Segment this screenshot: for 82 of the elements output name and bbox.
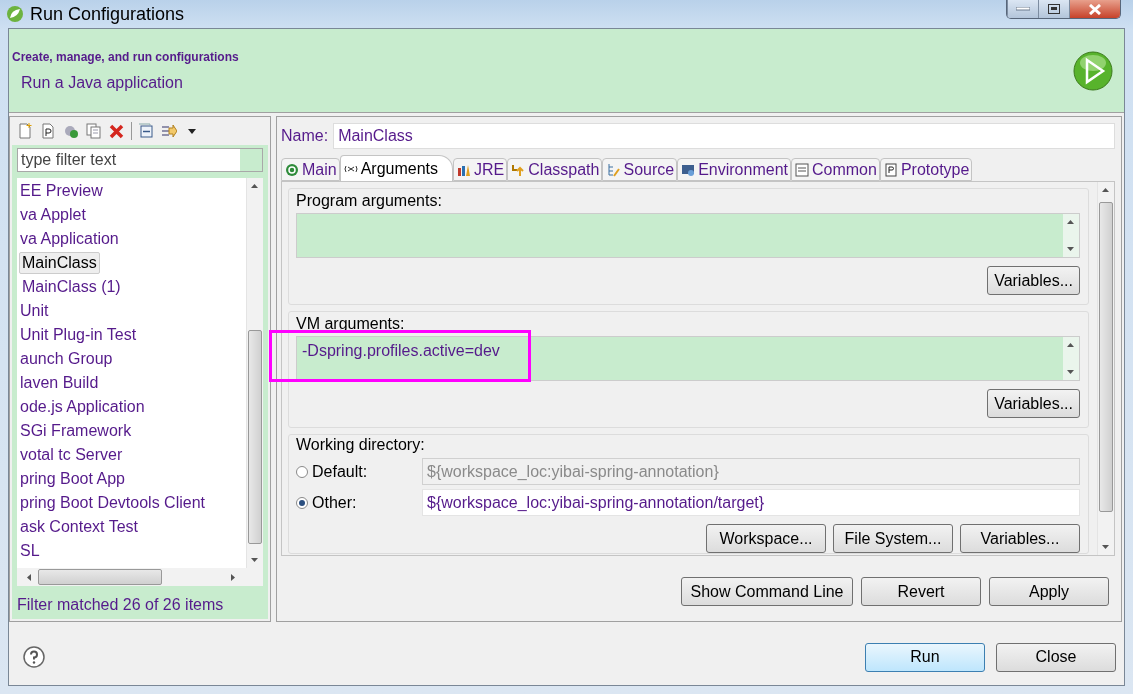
- filter-icon[interactable]: [160, 122, 178, 140]
- run-icon: [1072, 49, 1114, 92]
- header-subtitle: Run a Java application: [21, 73, 184, 92]
- monitor-icon: [681, 162, 696, 177]
- radio-button[interactable]: [296, 496, 308, 509]
- action-button[interactable]: Revert: [861, 577, 981, 606]
- tab[interactable]: Prototype: [879, 158, 973, 181]
- list-icon: [795, 162, 809, 177]
- tree-item[interactable]: ode.js Application: [17, 396, 148, 418]
- scrollbar-thumb[interactable]: [248, 330, 262, 544]
- dialog-button[interactable]: Run: [865, 642, 985, 672]
- variables-button[interactable]: Variables...: [987, 266, 1080, 295]
- tab[interactable]: Common: [791, 158, 880, 181]
- tree-item[interactable]: va Applet: [17, 204, 89, 226]
- window-title: Run Configurations: [30, 3, 186, 25]
- class-icon: [285, 162, 299, 177]
- tree-item[interactable]: votal tc Server: [17, 444, 126, 466]
- tree-icon: [606, 162, 621, 177]
- browse-button[interactable]: Workspace...: [706, 524, 826, 553]
- page-icon: [883, 162, 898, 177]
- action-button[interactable]: Apply: [989, 577, 1109, 606]
- tree-item[interactable]: SL: [17, 540, 43, 562]
- scroll-up-icon[interactable]: [251, 184, 258, 188]
- name-field[interactable]: MainClass: [333, 123, 1115, 149]
- tree-item[interactable]: Unit: [17, 300, 52, 322]
- header-title: Create, manage, and run configurations: [12, 49, 240, 64]
- group-label: Program arguments:: [296, 191, 443, 211]
- scroll-down-icon[interactable]: [251, 558, 258, 562]
- scroll-up-icon[interactable]: [1067, 220, 1074, 224]
- radio-label: Default:: [312, 462, 369, 481]
- tree-item[interactable]: laven Build: [17, 372, 102, 394]
- tree-item[interactable]: MainClass: [19, 252, 100, 274]
- group-label: VM arguments:: [296, 314, 406, 334]
- scrollbar-thumb[interactable]: [1099, 202, 1113, 512]
- leaf-logo-icon: [6, 5, 24, 23]
- radio-label: Other:: [312, 493, 358, 512]
- help-icon[interactable]: [23, 646, 45, 668]
- tree-item[interactable]: EE Preview: [17, 180, 106, 202]
- tree-item[interactable]: ask Context Test: [17, 516, 141, 538]
- scroll-down-icon[interactable]: [1067, 247, 1074, 251]
- arrows-icon: [511, 162, 526, 177]
- close-button[interactable]: [1069, 0, 1120, 18]
- tree-item[interactable]: MainClass (1): [19, 276, 124, 298]
- new-prototype-icon[interactable]: [39, 122, 57, 140]
- program-arguments-field[interactable]: [296, 213, 1080, 258]
- tab[interactable]: Classpath: [507, 158, 603, 181]
- browse-button[interactable]: Variables...: [960, 524, 1080, 553]
- filter-status: Filter matched 26 of 26 items: [17, 596, 225, 614]
- scroll-down-icon[interactable]: [1102, 545, 1109, 549]
- tab[interactable]: Source: [602, 158, 678, 181]
- vm-arguments-field[interactable]: -Dspring.profiles.active=dev: [296, 336, 1080, 381]
- tab[interactable]: Environment: [677, 158, 791, 181]
- scroll-down-icon[interactable]: [1067, 370, 1074, 374]
- tree-item[interactable]: Unit Plug-in Test: [17, 324, 140, 346]
- collapse-all-icon[interactable]: [137, 122, 155, 140]
- tree-item[interactable]: aunch Group: [17, 348, 116, 370]
- name-label: Name:: [281, 127, 329, 145]
- tree-item[interactable]: pring Boot Devtools Client: [17, 492, 208, 514]
- tree-item[interactable]: va Application: [17, 228, 122, 250]
- scroll-up-icon[interactable]: [1067, 343, 1074, 347]
- tree-item[interactable]: SGi Framework: [17, 420, 135, 442]
- tab[interactable]: Main: [281, 158, 340, 181]
- variables-button[interactable]: Variables...: [987, 389, 1080, 418]
- scroll-right-icon[interactable]: [231, 574, 235, 581]
- scrollbar-thumb[interactable]: [38, 569, 162, 585]
- dialog-button[interactable]: Close: [996, 642, 1116, 672]
- browse-button[interactable]: File System...: [833, 524, 953, 553]
- action-button[interactable]: Show Command Line: [681, 577, 853, 606]
- tree-item[interactable]: pring Boot App: [17, 468, 128, 490]
- delete-icon[interactable]: [108, 122, 126, 140]
- scroll-up-icon[interactable]: [1102, 188, 1109, 192]
- maximize-icon: [1048, 4, 1060, 14]
- tab[interactable]: Arguments: [339, 155, 454, 181]
- maximize-button[interactable]: [1038, 0, 1069, 18]
- group-label: Working directory:: [296, 435, 426, 454]
- close-icon: [1088, 3, 1102, 15]
- filter-field[interactable]: type filter text: [17, 148, 263, 172]
- tab[interactable]: JRE: [453, 158, 508, 181]
- scroll-left-icon[interactable]: [27, 574, 31, 581]
- minimize-icon: [1016, 7, 1030, 11]
- directory-field[interactable]: ${workspace_loc:yibai-spring-annotation/target}: [422, 489, 1080, 516]
- copy-icon[interactable]: [85, 122, 103, 140]
